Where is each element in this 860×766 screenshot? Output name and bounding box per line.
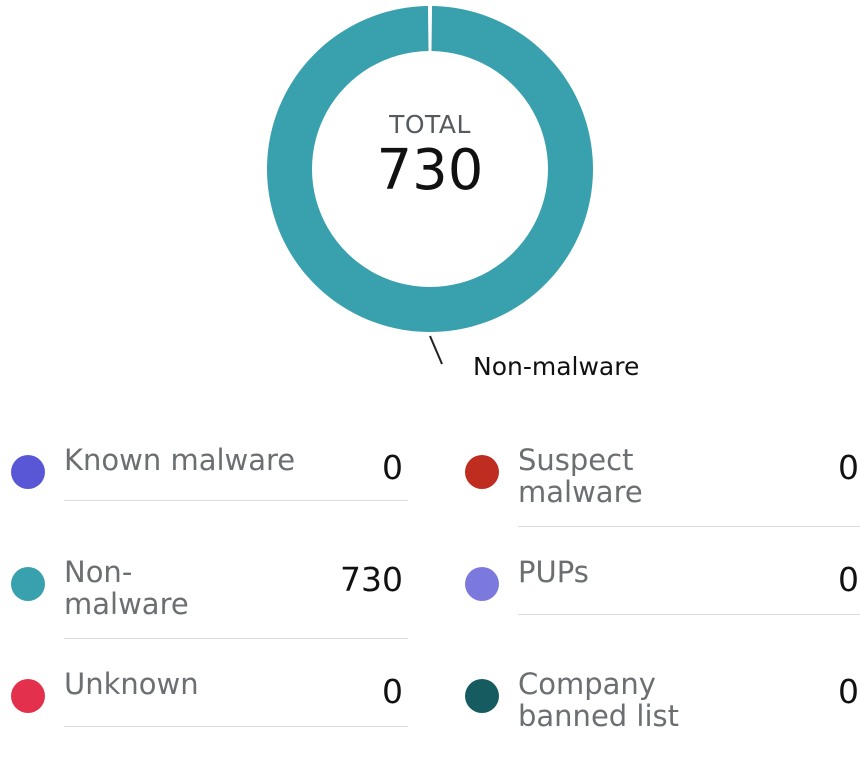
legend-label: Unknown: [64, 667, 199, 701]
legend-item-company-banned-list[interactable]: Company banned list 0: [462, 654, 860, 766]
legend-label: Company banned list: [518, 667, 680, 733]
legend-item-pups[interactable]: PUPs 0: [462, 542, 860, 654]
donut-center-title: TOTAL: [389, 110, 471, 139]
legend-item-suspect-malware[interactable]: Suspect malware 0: [462, 430, 860, 542]
legend-value: 0: [382, 672, 403, 711]
legend-item-known-malware[interactable]: Known malware 0: [8, 430, 408, 542]
legend-item-unknown[interactable]: Unknown 0: [8, 654, 408, 766]
legend-value: 0: [838, 560, 859, 599]
legend-value: 730: [340, 560, 403, 599]
legend-dot: [465, 567, 499, 601]
legend-label: Suspect malware: [518, 443, 643, 509]
legend-dot: [11, 567, 45, 601]
legend-dot: [465, 455, 499, 489]
legend-divider: [64, 638, 408, 639]
legend-divider: [64, 726, 408, 727]
legend-item-non-malware[interactable]: Non-malware 730: [8, 542, 408, 654]
legend-dot: [11, 679, 45, 713]
legend-label: PUPs: [518, 555, 589, 589]
legend-divider: [64, 500, 408, 501]
legend-divider: [518, 614, 860, 615]
legend-label: Known malware: [64, 443, 296, 477]
legend-column-right: Suspect malware 0 PUPs 0 Company banned …: [462, 430, 860, 766]
callout-line: [429, 335, 443, 365]
chart-legend: Known malware 0 Non-malware 730 Unknown …: [0, 430, 860, 752]
legend-column-left: Known malware 0 Non-malware 730 Unknown …: [8, 430, 408, 766]
legend-dot: [465, 679, 499, 713]
legend-value: 0: [382, 448, 403, 487]
legend-value: 0: [838, 448, 859, 487]
legend-label: Non-malware: [64, 555, 189, 621]
legend-value: 0: [838, 672, 859, 711]
legend-divider: [518, 526, 860, 527]
slice-callout-label: Non-malware: [473, 352, 640, 381]
legend-dot: [11, 455, 45, 489]
donut-center-total: 730: [376, 138, 484, 203]
